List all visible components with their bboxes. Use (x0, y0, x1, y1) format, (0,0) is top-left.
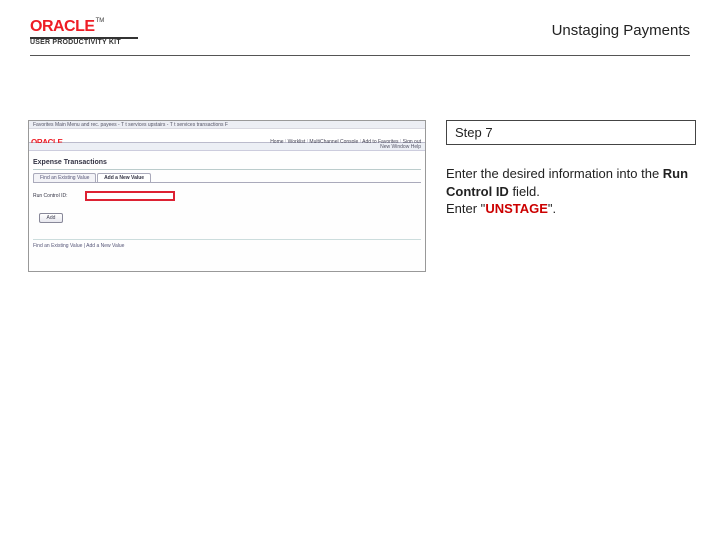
page-header: ORACLETM USER PRODUCTIVITY KIT Unstaging… (30, 20, 690, 56)
scr-sub-bar: New Window Help (29, 143, 425, 151)
document-title: Unstaging Payments (552, 22, 690, 39)
tm-mark: TM (96, 18, 105, 24)
scr-breadcrumb-bar: Favorites Main Menu and rec. payees - T … (29, 121, 425, 129)
run-control-id-label: Run Control ID: (33, 193, 67, 199)
scr-tab-strip: Find an Existing Value Add a New Value (33, 173, 150, 182)
instr-line1a: Enter the desired information into the (446, 166, 663, 181)
instruction-text: Enter the desired information into the R… (446, 165, 696, 218)
tab-find-existing[interactable]: Find an Existing Value (33, 173, 96, 182)
oracle-logo: ORACLE (30, 18, 95, 35)
add-button[interactable]: Add (39, 213, 63, 223)
instruction-panel: Step 7 Enter the desired information int… (446, 120, 690, 218)
scr-footer-links[interactable]: Find an Existing Value | Add a New Value (33, 243, 124, 249)
scr-tab-rule (33, 182, 421, 183)
scr-branding-bar: ORACLE Home | Worklist | MultiChannel Co… (29, 129, 425, 143)
step-label: Step 7 (446, 120, 696, 145)
tab-add-new[interactable]: Add a New Value (97, 173, 151, 182)
scr-section-title: Expense Transactions (33, 159, 107, 166)
scr-section-rule (33, 169, 421, 170)
logo-block: ORACLETM USER PRODUCTIVITY KIT (30, 18, 138, 46)
content-area: Favorites Main Menu and rec. payees - T … (28, 120, 690, 272)
run-control-id-input[interactable] (85, 191, 175, 201)
instr-line1b: field. (509, 184, 540, 199)
scr-footer-rule (33, 239, 421, 240)
embedded-screenshot: Favorites Main Menu and rec. payees - T … (28, 120, 426, 272)
instr-value: UNSTAGE (485, 201, 548, 216)
instr-line2a: Enter " (446, 201, 485, 216)
instr-line2b: ". (548, 201, 556, 216)
logo-subtitle: USER PRODUCTIVITY KIT (30, 39, 138, 46)
